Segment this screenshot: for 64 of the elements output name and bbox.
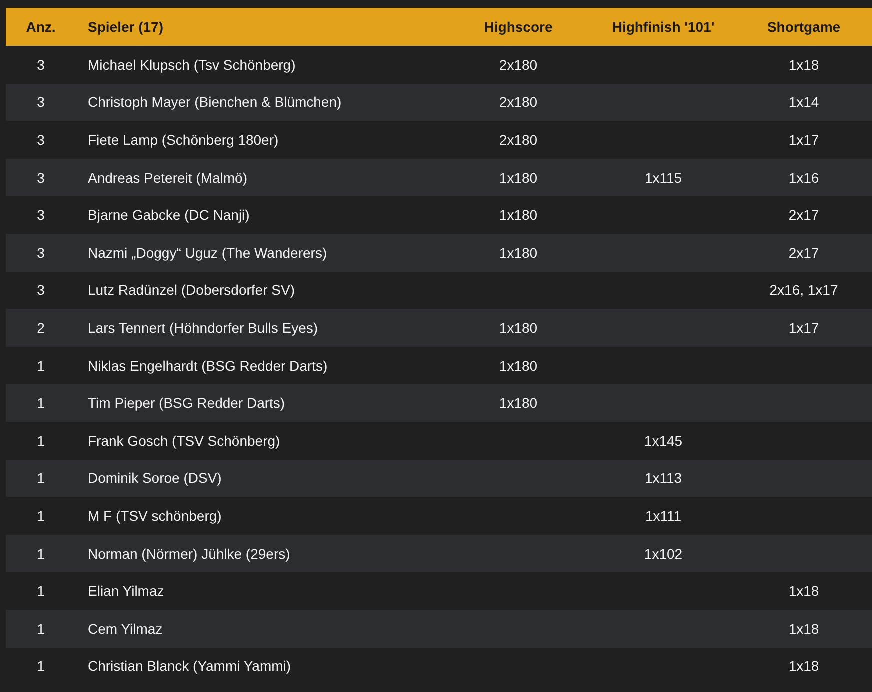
- shortgame-cell: 1x14: [788, 94, 820, 110]
- count-cell: 1: [37, 546, 45, 562]
- count-cell: 3: [37, 282, 45, 298]
- shortgame-cell: 1x17: [788, 132, 820, 148]
- player-cell: Niklas Engelhardt (BSG Redder Darts): [88, 358, 328, 374]
- player-cell: Nazmi „Doggy“ Uguz (The Wanderers): [88, 244, 328, 261]
- player-cell: Frank Gosch (TSV Schönberg): [88, 432, 280, 449]
- shortgame-cell: 2x16, 1x17: [770, 282, 838, 298]
- count-cell: 3: [37, 94, 45, 110]
- highscore-cell: 2x180: [499, 56, 538, 73]
- count-cell: 3: [37, 56, 45, 73]
- count-cell: 1: [37, 470, 45, 486]
- highscore-cell: 1x180: [499, 320, 538, 336]
- player-cell: Michael Klupsch (Tsv Schönberg): [88, 56, 296, 73]
- highscore-cell: 1x180: [499, 358, 538, 374]
- column-header: Highscore: [483, 19, 554, 35]
- player-cell: Cem Yilmaz: [88, 620, 163, 637]
- highscore-cell: 2x180: [499, 132, 538, 148]
- count-cell: 3: [37, 244, 45, 261]
- highscore-cell: 1x180: [499, 207, 538, 224]
- count-cell: 2: [37, 320, 45, 336]
- shortgame-cell: 1x18: [788, 620, 820, 637]
- count-cell: 1: [37, 658, 45, 674]
- count-cell: 1: [37, 508, 45, 524]
- highscore-cell: 2x180: [499, 94, 538, 110]
- count-cell: 1: [37, 395, 45, 412]
- count-cell: 1: [37, 432, 45, 449]
- player-cell: Dominik Soroe (DSV): [88, 470, 222, 486]
- player-cell: Lars Tennert (Höhndorfer Bulls Eyes): [88, 320, 318, 336]
- player-cell: M F (TSV schönberg): [88, 508, 222, 524]
- player-cell: Christoph Mayer (Bienchen & Blümchen): [88, 94, 342, 110]
- shortgame-cell: 2x17: [788, 244, 820, 261]
- column-header: Anz.: [25, 19, 57, 35]
- highfinish-cell: 1x115: [644, 170, 682, 186]
- player-cell: Andreas Petereit (Malmö): [88, 170, 248, 186]
- shortgame-cell: 1x18: [788, 658, 820, 674]
- highfinish-cell: 1x111: [645, 508, 682, 524]
- highscore-cell: 1x180: [499, 395, 538, 412]
- shortgame-cell: 1x18: [788, 583, 820, 600]
- count-cell: 3: [37, 170, 45, 186]
- player-cell: Bjarne Gabcke (DC Nanji): [88, 207, 250, 224]
- shortgame-cell: 1x16: [788, 170, 820, 186]
- highfinish-cell: 1x145: [644, 432, 683, 449]
- player-cell: Tim Pieper (BSG Redder Darts): [88, 395, 286, 412]
- shortgame-cell: 1x17: [788, 320, 820, 336]
- column-header: Shortgame: [766, 19, 842, 35]
- player-cell: Christian Blanck (Yammi Yammi): [88, 658, 292, 674]
- player-cell: Lutz Radünzel (Dobersdorfer SV): [88, 282, 295, 298]
- player-cell: Fiete Lamp (Schönberg 180er): [88, 132, 279, 148]
- count-cell: 3: [37, 132, 45, 148]
- highscore-cell: 1x180: [499, 244, 538, 261]
- shortgame-cell: 1x18: [788, 56, 820, 73]
- count-cell: 1: [37, 583, 45, 600]
- highfinish-cell: 1x102: [644, 546, 683, 562]
- player-cell: Norman (Nörmer) Jühlke (29ers): [88, 546, 290, 562]
- highfinish-cell: 1x113: [644, 470, 682, 486]
- player-cell: Elian Yilmaz: [88, 583, 164, 600]
- count-cell: 1: [37, 620, 45, 637]
- count-cell: 3: [37, 207, 45, 224]
- shortgame-cell: 2x17: [788, 207, 820, 224]
- column-header: Highfinish '101': [611, 19, 716, 35]
- highscore-cell: 1x180: [499, 170, 538, 186]
- column-header: Spieler (17): [87, 19, 164, 35]
- count-cell: 1: [37, 358, 45, 374]
